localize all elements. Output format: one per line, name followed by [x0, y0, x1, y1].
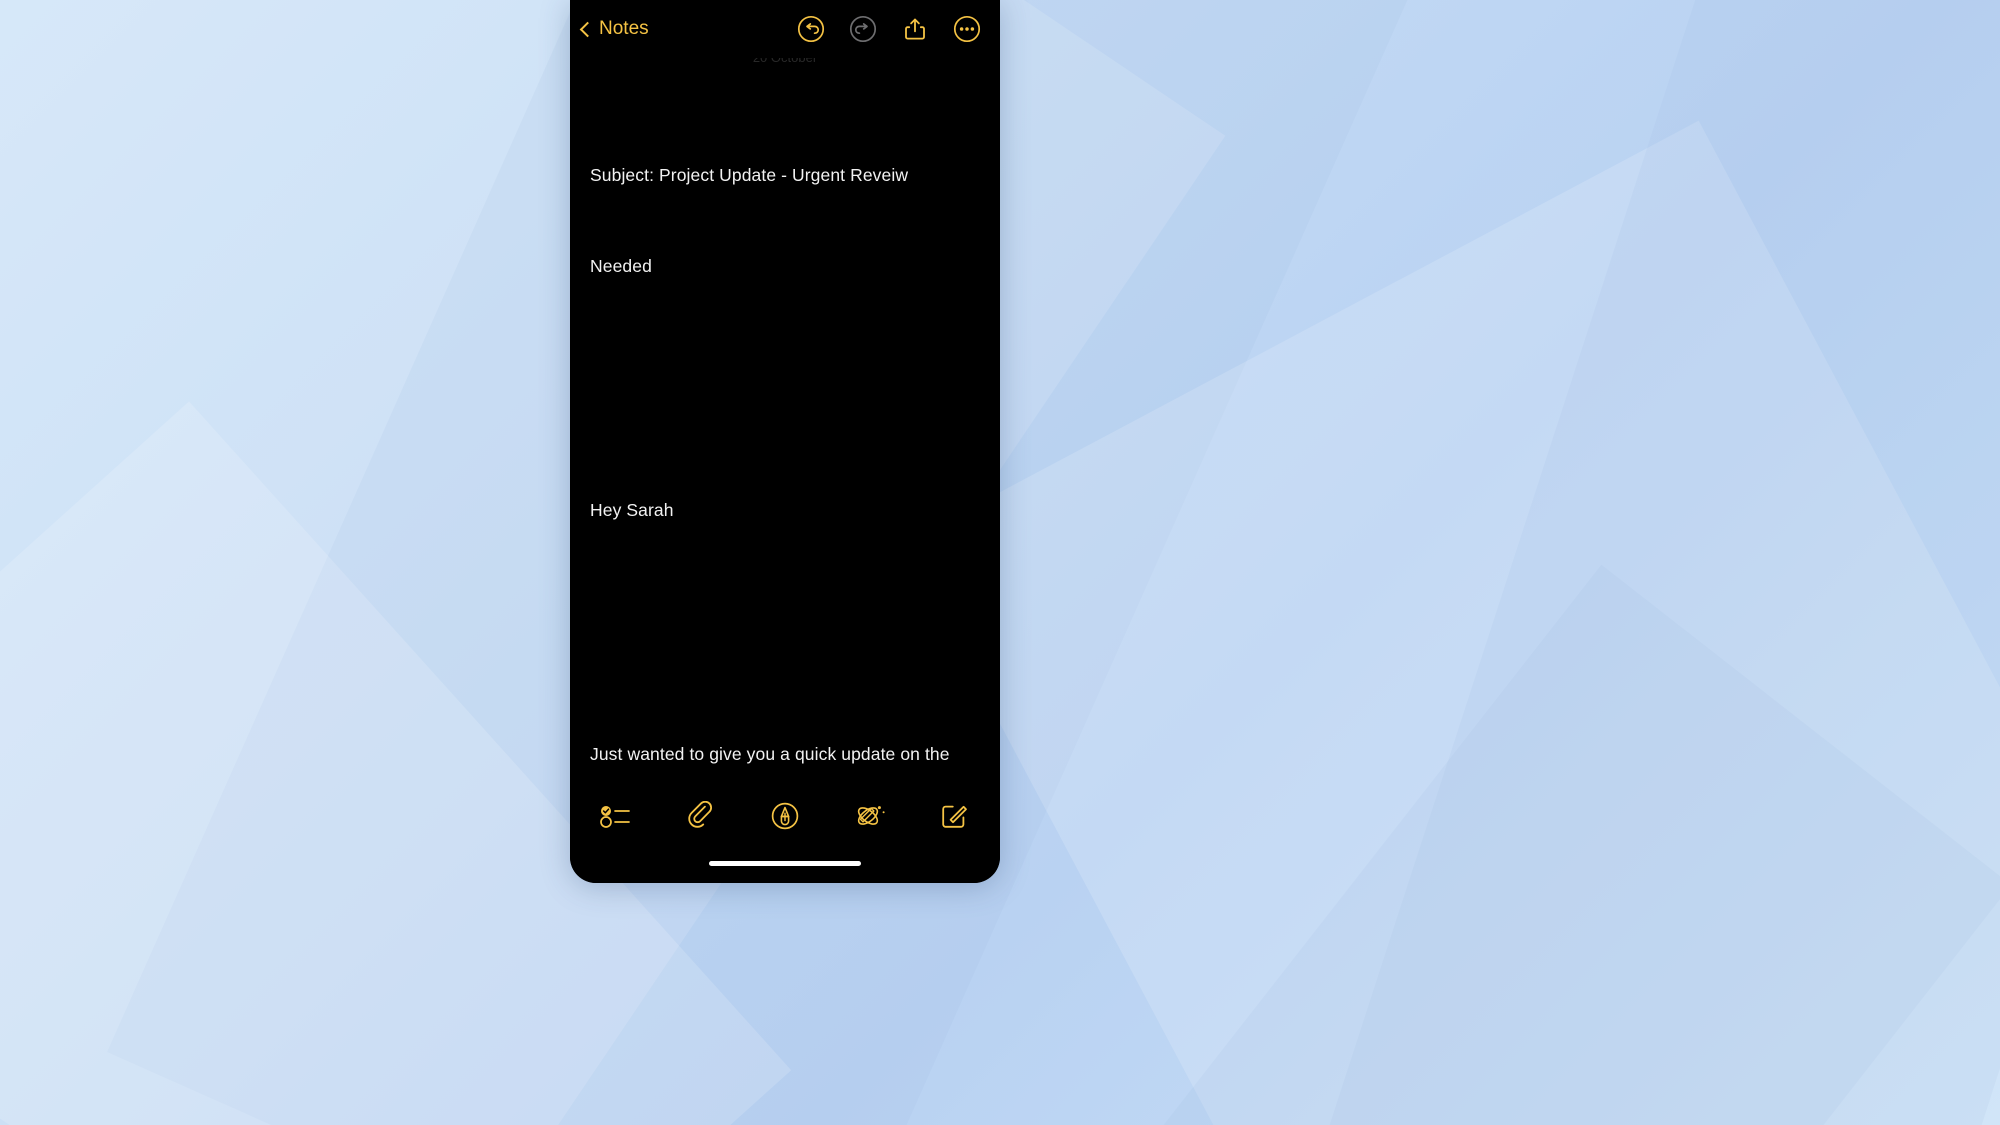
note-scroll-area[interactable]: 20 October Subject: Project Update - Urg… — [570, 58, 1000, 775]
compose-square-pencil-icon — [942, 805, 967, 828]
note-toolbar-actions — [796, 14, 982, 44]
note-text-body[interactable]: Subject: Project Update - Urgent Reveiw … — [590, 58, 980, 776]
home-indicator-area — [570, 857, 1000, 883]
checklist-icon — [600, 806, 630, 828]
ellipsis-circle-icon — [953, 15, 981, 43]
undo-button[interactable] — [796, 14, 826, 44]
apple-intelligence-button[interactable] — [850, 796, 890, 836]
note-paragraph-1: Just wanted to give you a quick update o… — [590, 739, 980, 775]
note-top-toolbar: Notes — [570, 0, 1000, 58]
note-title-line-1: Subject: Project Update - Urgent Reveiw — [590, 164, 909, 185]
back-to-notes-button[interactable]: Notes — [579, 18, 649, 40]
note-bottom-toolbar — [570, 775, 1000, 857]
sparkle-atom-pen-icon — [857, 806, 885, 825]
note-title-line-2: Needed — [590, 256, 652, 276]
redo-circle-icon — [849, 15, 877, 43]
note-paragraph-1-part-a: Just wanted to give you a quick update o… — [590, 744, 966, 775]
share-up-arrow-icon — [905, 18, 925, 40]
home-indicator-bar[interactable] — [709, 861, 861, 866]
paperclip-icon — [687, 801, 712, 828]
redo-button[interactable] — [848, 14, 878, 44]
compose-button[interactable] — [934, 796, 974, 836]
undo-circle-icon — [797, 15, 825, 43]
attachment-button[interactable] — [681, 796, 721, 836]
checklist-button[interactable] — [596, 796, 636, 836]
note-greeting: Hey Sarah — [590, 500, 674, 520]
chevron-left-icon — [579, 21, 596, 38]
markup-button[interactable] — [765, 796, 805, 836]
phone-frame: Notes Subject: Project Update - Urgent R… — [570, 0, 1000, 883]
note-blank-line — [590, 373, 980, 404]
note-blank-line — [590, 617, 980, 648]
back-button-label: Notes — [599, 18, 649, 39]
markup-pen-circle-icon — [771, 802, 799, 830]
more-options-button[interactable] — [952, 14, 982, 44]
share-button[interactable] — [900, 14, 930, 44]
desktop-wallpaper — [0, 0, 2000, 1125]
